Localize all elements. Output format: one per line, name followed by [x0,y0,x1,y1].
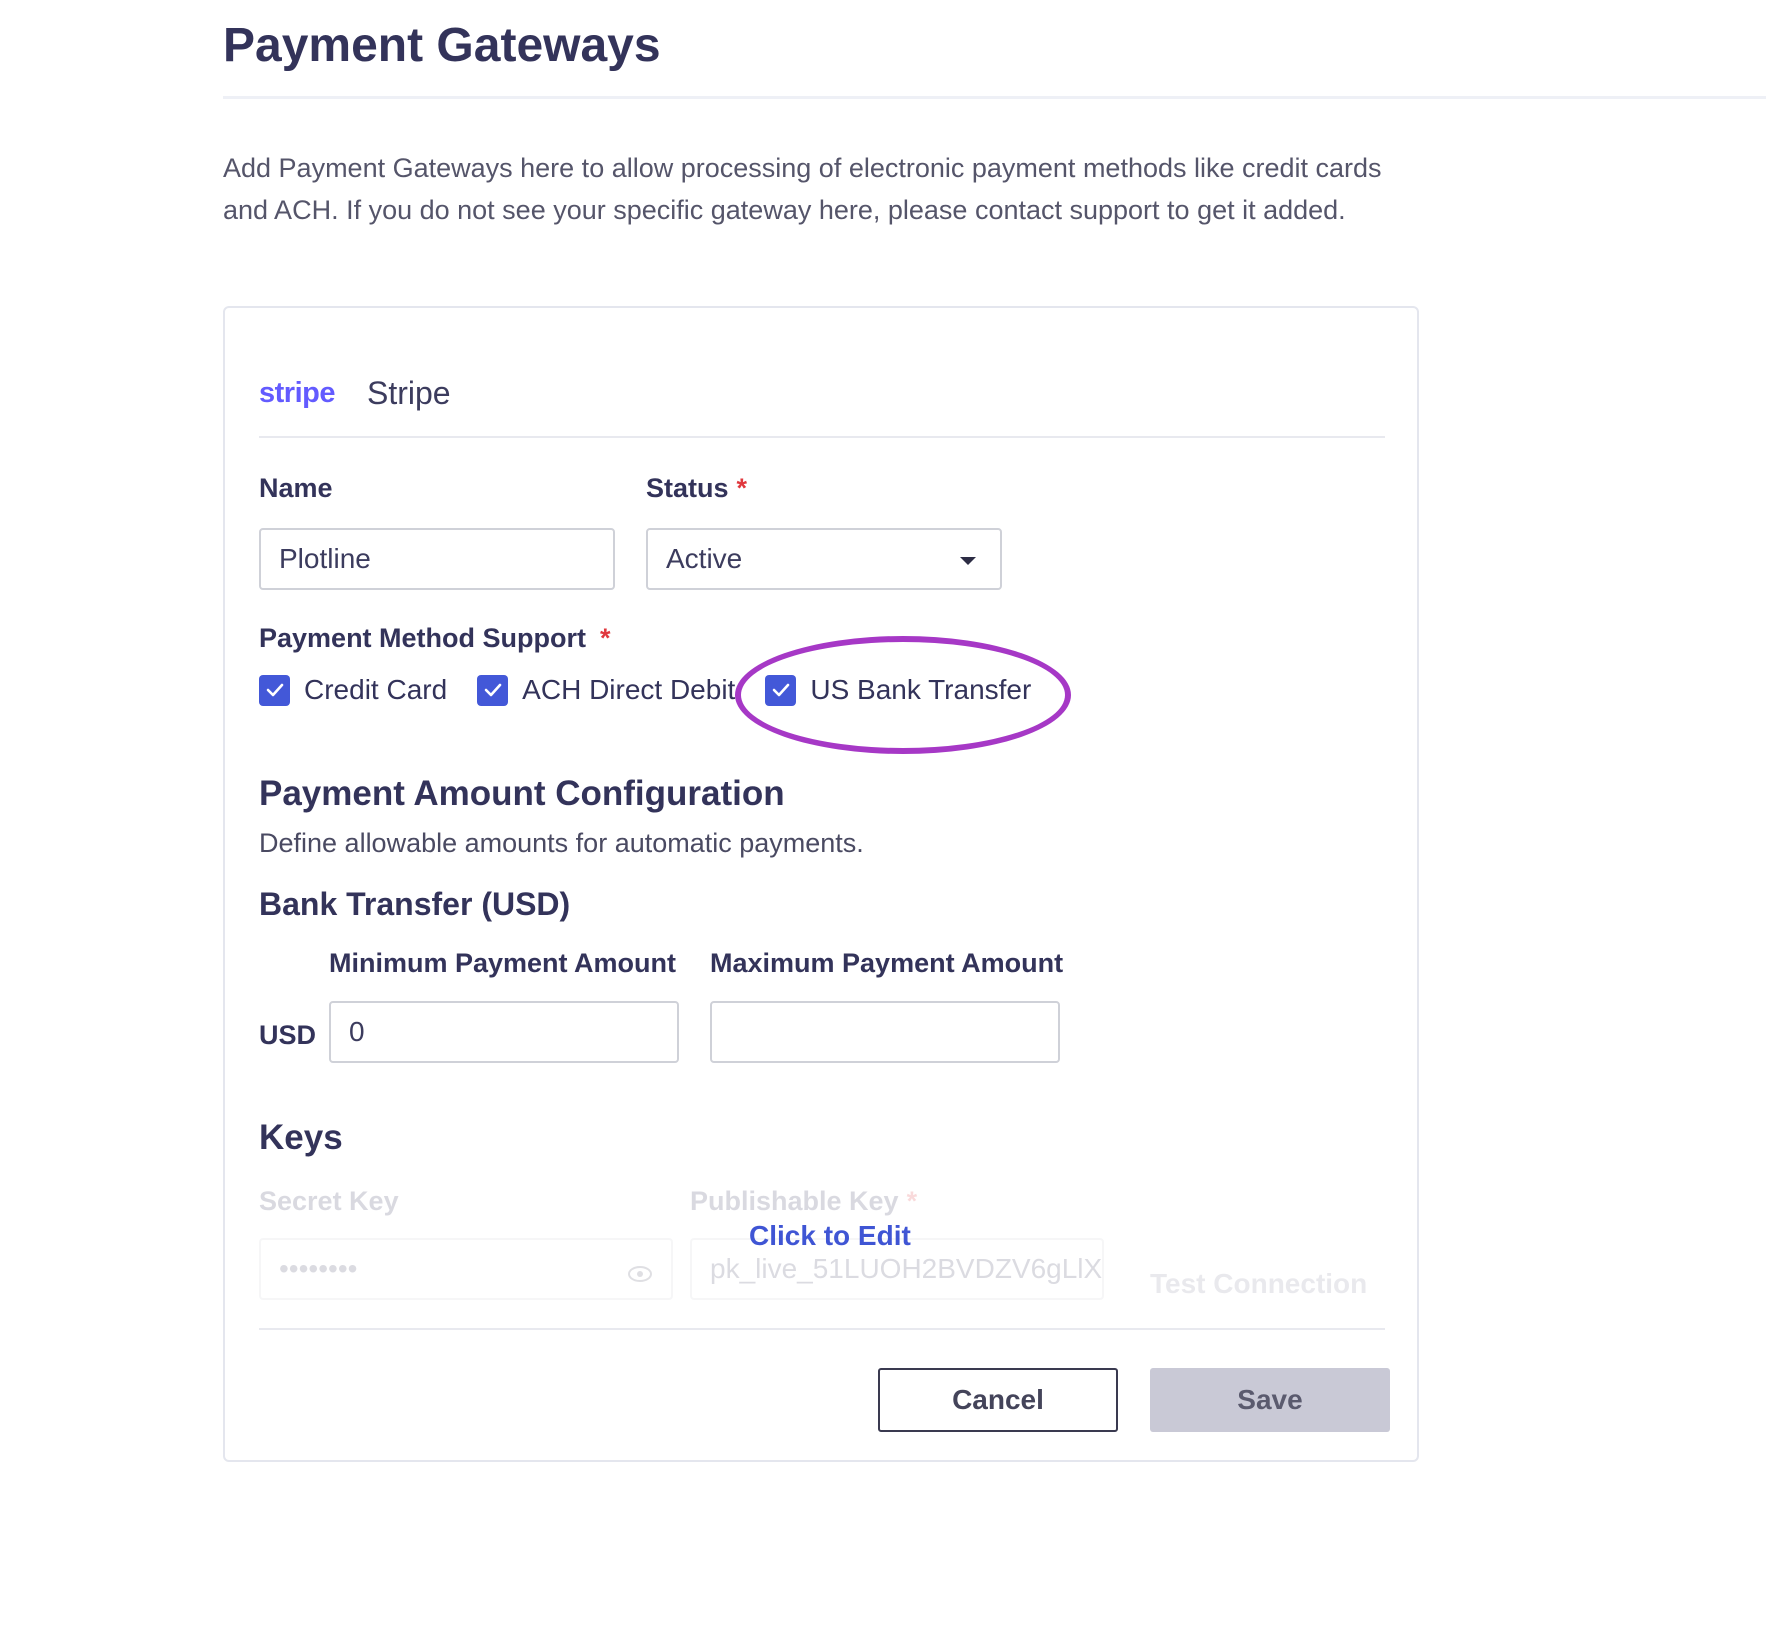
checkbox-credit-card[interactable]: Credit Card [259,674,447,706]
publishable-key-value: pk_live_51LUOH2BVDZV6gLlX [710,1253,1103,1284]
min-amount-input[interactable]: 0 [329,1001,679,1063]
click-to-edit-link[interactable]: Click to Edit [749,1220,911,1252]
footer-divider [259,1328,1385,1330]
header-divider [259,436,1385,438]
provider-header: stripe Stripe [259,368,451,418]
status-select-value: Active [666,543,743,574]
checkbox-label: Credit Card [304,674,448,705]
payment-method-label-text: Payment Method Support [259,623,587,653]
min-amount-value: 0 [349,1016,365,1047]
save-button[interactable]: Save [1150,1368,1390,1432]
required-marker: * [736,473,748,503]
name-input-value: Plotline [279,543,371,574]
max-amount-label: Maximum Payment Amount [710,948,1064,978]
name-label: Name [259,473,333,503]
status-label-text: Status [646,473,729,503]
chevron-down-icon [960,557,976,565]
eye-icon[interactable] [627,1258,653,1290]
keys-heading: Keys [259,1118,343,1157]
checkmark-icon [477,674,509,706]
checkbox-ach-direct-debit[interactable]: ACH Direct Debit [477,674,735,706]
annotation-highlight-ellipse [735,636,1071,754]
cancel-button[interactable]: Cancel [878,1368,1118,1432]
required-marker: * [906,1186,918,1216]
name-input[interactable]: Plotline [259,528,615,590]
checkmark-icon [259,674,290,706]
amount-config-subtext: Define allowable amounts for automatic p… [259,828,864,858]
status-label: Status * [646,473,747,504]
bank-transfer-heading: Bank Transfer (USD) [259,886,571,922]
stripe-logo: stripe [259,376,335,409]
gateway-card: stripe Stripe Name Plotline Status * Acti… [223,306,1419,1462]
secret-key-input[interactable]: •••••••• [259,1238,673,1300]
title-divider [223,96,1766,99]
min-amount-label: Minimum Payment Amount [329,948,677,978]
publishable-key-label: Publishable Key * [690,1186,917,1217]
provider-name: Stripe [366,374,451,411]
test-connection-button[interactable]: Test Connection [1150,1268,1367,1300]
max-amount-input[interactable] [710,1001,1060,1063]
required-marker: * [600,623,611,653]
checkbox-label: ACH Direct Debit [522,674,736,705]
page-title: Payment Gateways [223,19,661,72]
payment-method-label: Payment Method Support * [259,623,611,654]
secret-key-value: •••••••• [279,1253,358,1284]
secret-key-label: Secret Key [259,1186,399,1216]
publishable-key-label-text: Publishable Key [690,1186,899,1216]
amount-config-heading: Payment Amount Configuration [259,774,785,813]
status-select[interactable]: Active [646,528,1002,590]
currency-label: USD [259,1020,317,1050]
intro-text: Add Payment Gateways here to allow proce… [223,153,1382,225]
